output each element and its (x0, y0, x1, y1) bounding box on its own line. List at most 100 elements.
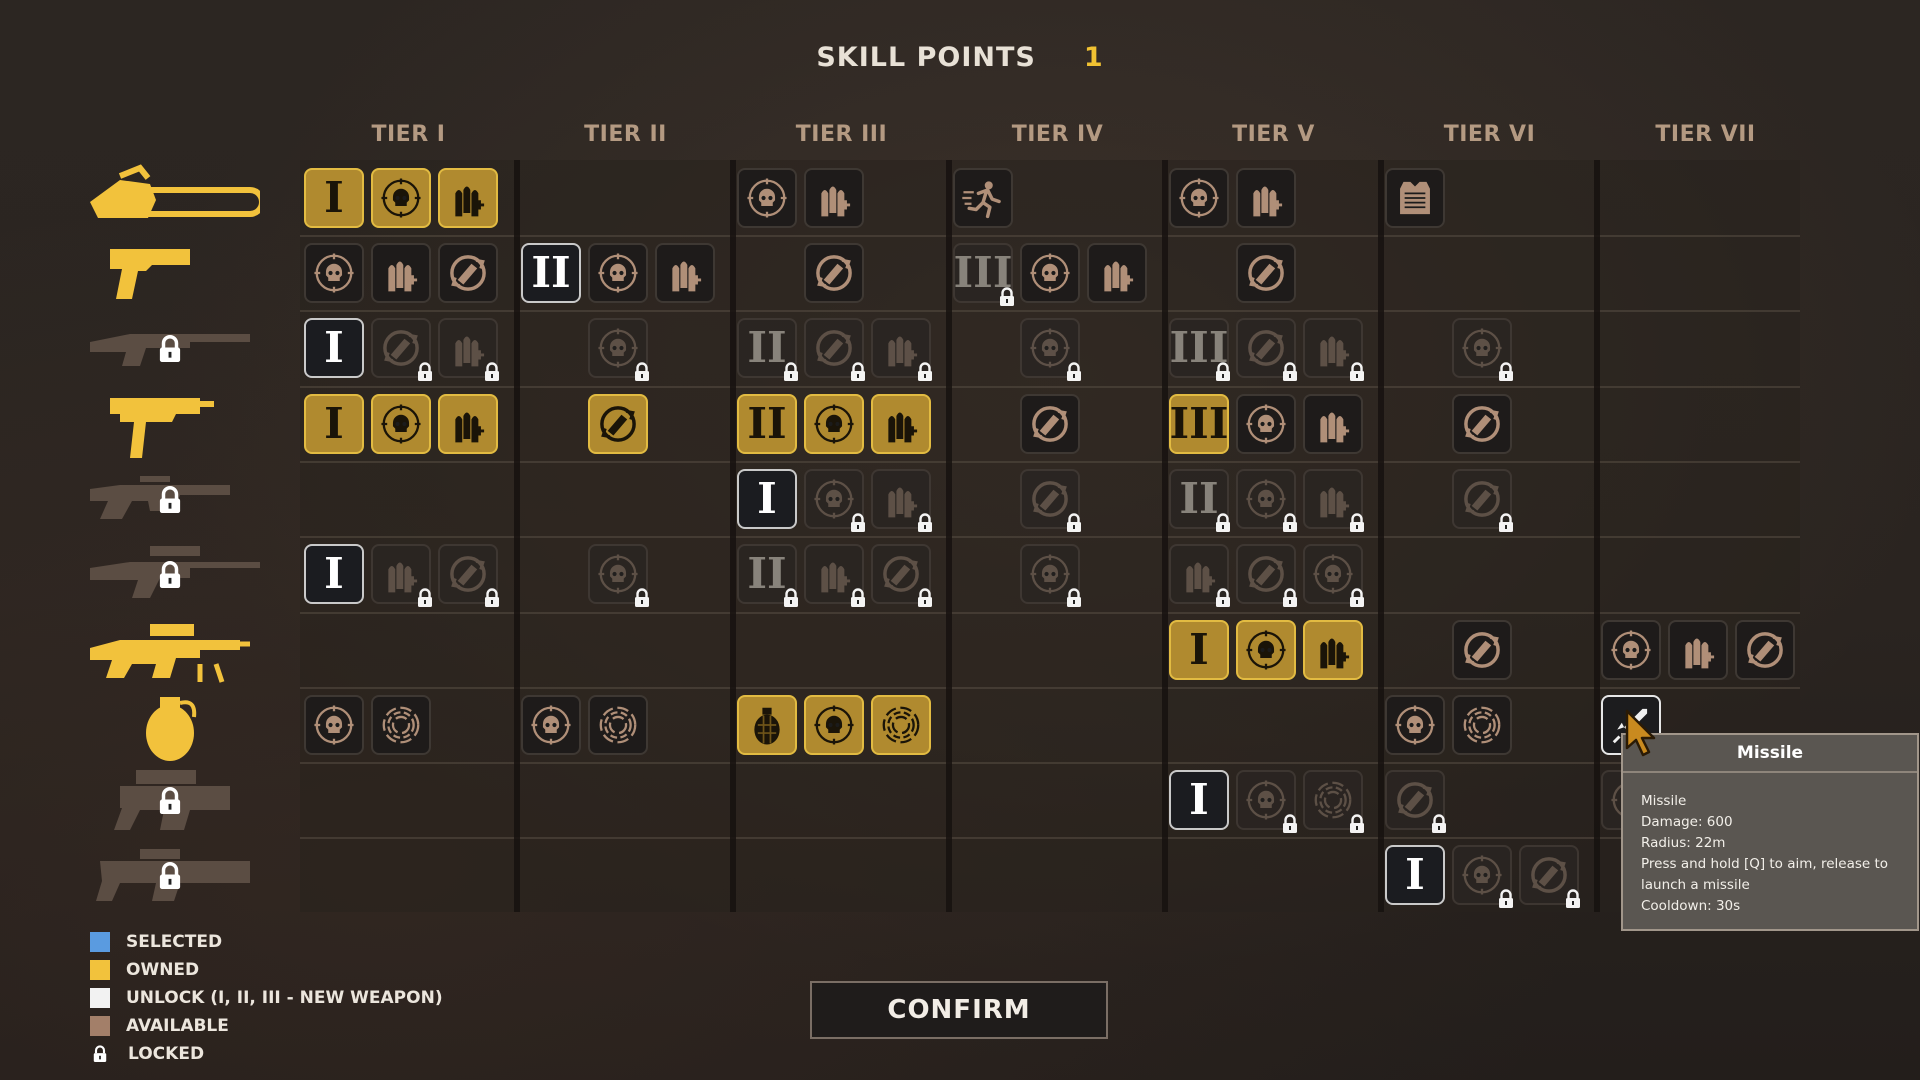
skill-node-roman[interactable]: I (1169, 620, 1229, 680)
skill-node-skull[interactable] (804, 695, 864, 755)
skill-node-roman[interactable]: I (304, 394, 364, 454)
skill-node-skull[interactable] (1020, 544, 1081, 607)
weapon-uzi[interactable] (80, 388, 260, 464)
skill-node-skull[interactable] (1452, 318, 1513, 381)
skill-node-grenade[interactable] (737, 695, 797, 755)
confirm-button[interactable]: CONFIRM (810, 981, 1108, 1039)
skill-node-reload[interactable] (871, 544, 932, 607)
skill-node-roman[interactable]: II (737, 394, 797, 454)
skill-node-skull[interactable] (1385, 695, 1445, 755)
skill-node-reload[interactable] (1452, 469, 1513, 532)
skill-node-reload[interactable] (1236, 544, 1297, 607)
skill-node-reload[interactable] (588, 394, 648, 454)
skill-node-roman[interactable]: I (737, 469, 797, 529)
skill-node-roman[interactable]: I (1385, 845, 1445, 905)
skill-node-roman[interactable]: III (953, 243, 1014, 306)
skill-node-sprint[interactable] (953, 168, 1013, 228)
skill-node-roman[interactable]: I (1169, 770, 1229, 830)
skill-node-reload[interactable] (804, 243, 864, 303)
skill-node-skull[interactable] (304, 243, 364, 303)
skill-node-skull[interactable] (304, 695, 364, 755)
skill-node-reload[interactable] (438, 544, 499, 607)
skill-node-ammo[interactable] (371, 544, 432, 607)
skill-node-ammo[interactable] (438, 318, 499, 381)
skill-node-roman[interactable]: II (521, 243, 581, 303)
skill-node-roman[interactable]: II (737, 544, 798, 607)
skill-node-reload[interactable] (1385, 770, 1446, 833)
weapon-pistol[interactable] (80, 237, 260, 313)
skill-node-vortex[interactable] (371, 695, 431, 755)
skill-node-skull[interactable] (1020, 243, 1080, 303)
skill-node-ammo[interactable] (438, 394, 498, 454)
skill-node-ammo[interactable] (655, 243, 715, 303)
skill-node-reload[interactable] (438, 243, 498, 303)
skill-node-ammo[interactable] (1303, 394, 1363, 454)
skill-node-skull[interactable] (804, 469, 865, 532)
skill-node-skull[interactable] (588, 243, 648, 303)
skill-node-skull[interactable] (1303, 544, 1364, 607)
skill-node-roman[interactable]: III (1169, 394, 1229, 454)
skill-node-roman[interactable]: II (1169, 469, 1230, 532)
skill-node-roman[interactable]: I (304, 318, 364, 378)
skill-node-ammo[interactable] (1303, 318, 1364, 381)
skill-node-vortex[interactable] (588, 695, 648, 755)
skill-node-ammo[interactable] (1236, 168, 1296, 228)
tier-unlock-numeral: I (1405, 850, 1425, 899)
skill-node-skull[interactable] (737, 168, 797, 228)
lock-icon (918, 588, 932, 607)
skill-node-ammo[interactable] (371, 243, 431, 303)
weapon-machine-gun[interactable] (80, 614, 260, 690)
skill-node-skull[interactable] (371, 168, 431, 228)
skill-node-ammo[interactable] (871, 469, 932, 532)
skill-node-reload[interactable] (1236, 318, 1297, 381)
skull-icon (1246, 404, 1286, 444)
skill-node-skull[interactable] (521, 695, 581, 755)
skill-node-reload[interactable] (1020, 394, 1080, 454)
skill-node-reload[interactable] (804, 318, 865, 381)
skill-node-vortex[interactable] (871, 695, 931, 755)
skill-node-skull[interactable] (1169, 168, 1229, 228)
skill-node-skull[interactable] (1020, 318, 1081, 381)
weapon-chainsaw[interactable] (80, 162, 260, 238)
skill-node-reload[interactable] (1236, 243, 1296, 303)
skill-node-skull[interactable] (1452, 845, 1513, 908)
skill-node-skull[interactable] (371, 394, 431, 454)
skill-node-ammo[interactable] (1303, 469, 1364, 532)
skill-node-ammo[interactable] (1303, 620, 1363, 680)
skill-node-skull[interactable] (1236, 469, 1297, 532)
skill-node-skull[interactable] (804, 394, 864, 454)
skill-node-ammo[interactable] (438, 168, 498, 228)
skill-node-reload[interactable] (1735, 620, 1795, 680)
tier-unlock-numeral: I (757, 474, 777, 523)
skill-node-skull[interactable] (1236, 770, 1297, 833)
skill-node-skull[interactable] (1236, 620, 1296, 680)
skill-node-ammo[interactable] (1087, 243, 1147, 303)
skill-node-ammo[interactable] (1668, 620, 1728, 680)
skill-node-reload[interactable] (1020, 469, 1081, 532)
skill-node-roman[interactable]: I (304, 544, 364, 604)
skill-node-skull[interactable] (588, 318, 649, 381)
skill-node-reload[interactable] (371, 318, 432, 381)
skill-node-reload[interactable] (1452, 620, 1512, 680)
skill-node-armor[interactable] (1385, 168, 1445, 228)
skill-node-reload[interactable] (1452, 394, 1512, 454)
weapon-grenade[interactable] (80, 689, 260, 765)
skill-node-skull[interactable] (1236, 394, 1296, 454)
skull-icon (1030, 253, 1070, 293)
skill-node-ammo[interactable] (871, 318, 932, 381)
skill-node-ammo[interactable] (1169, 544, 1230, 607)
skill-node-vortex[interactable] (1452, 695, 1512, 755)
reload-icon (816, 255, 852, 291)
skill-node-skull[interactable] (588, 544, 649, 607)
skill-node-roman[interactable]: I (304, 168, 364, 228)
lock-icon (1067, 513, 1081, 532)
skill-node-roman[interactable]: II (737, 318, 798, 381)
skill-node-vortex[interactable] (1303, 770, 1364, 833)
skill-node-ammo[interactable] (804, 544, 865, 607)
skill-node-skull[interactable] (1601, 620, 1661, 680)
grenade-icon (754, 707, 780, 745)
skill-node-reload[interactable] (1519, 845, 1580, 908)
skill-node-roman[interactable]: III (1169, 318, 1230, 381)
skill-node-ammo[interactable] (871, 394, 931, 454)
skill-node-ammo[interactable] (804, 168, 864, 228)
